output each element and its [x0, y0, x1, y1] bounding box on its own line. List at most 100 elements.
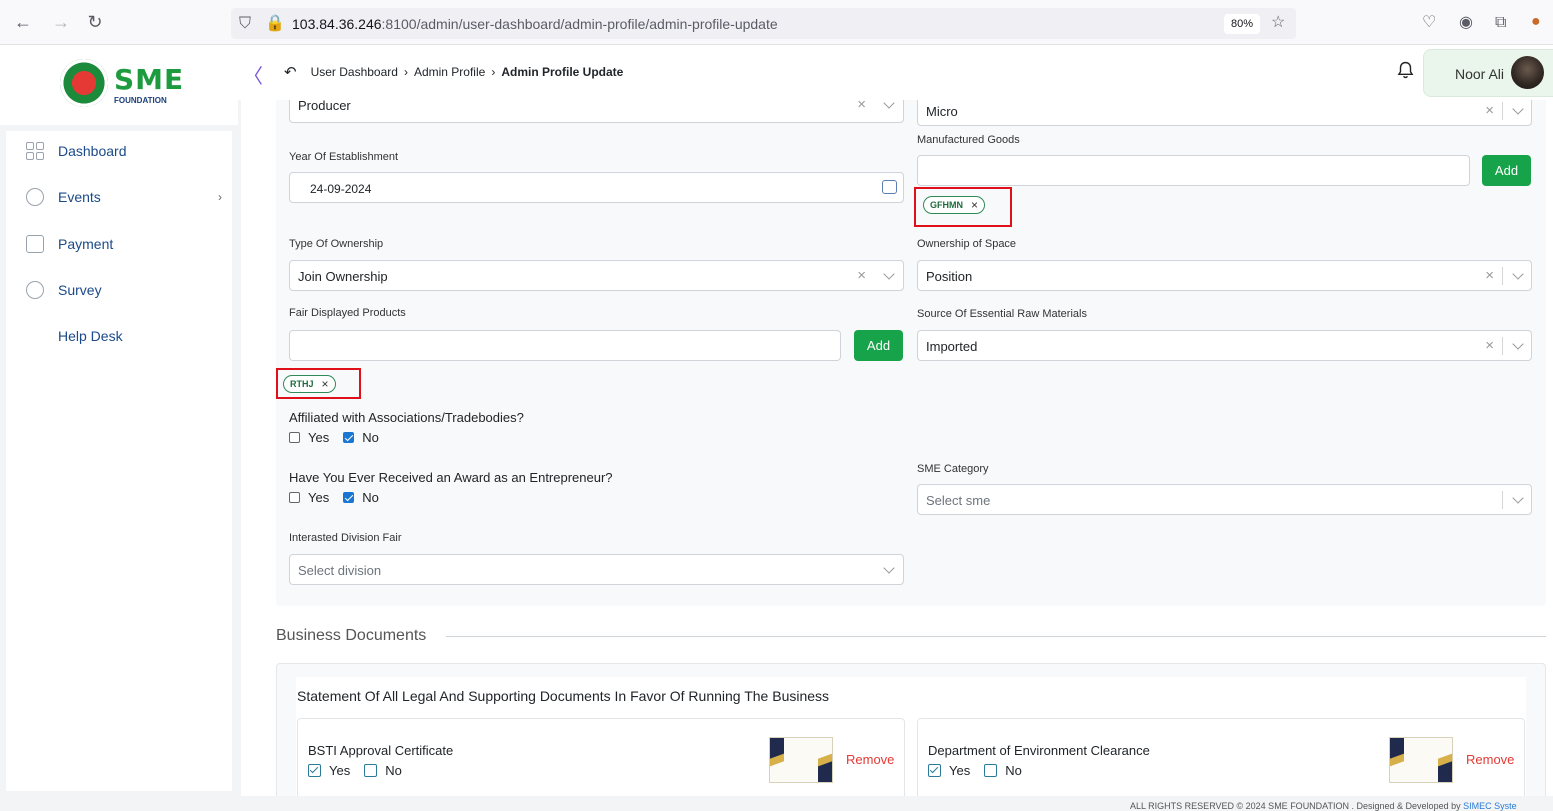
breadcrumb: ↶ User Dashboard › Admin Profile › Admin…	[284, 63, 629, 81]
bookmark-star-icon[interactable]: ☆	[1271, 13, 1285, 33]
bsti-yes-checkbox[interactable]	[308, 764, 321, 777]
fair-displayed-products-label: Fair Displayed Products	[289, 307, 406, 319]
remove-document-button[interactable]: Remove	[846, 752, 894, 767]
address-bar[interactable]: ⛉ 🔒 103.84.36.246:8100/admin/user-dashbo…	[231, 8, 1296, 39]
collapse-sidebar-icon[interactable]: 〈	[243, 60, 263, 89]
environment-yes-checkbox[interactable]	[928, 764, 941, 777]
manufactured-goods-input[interactable]	[917, 155, 1470, 186]
chevron-down-icon[interactable]	[883, 562, 895, 574]
divider	[1502, 102, 1503, 120]
forward-icon[interactable]: →	[49, 10, 73, 34]
checkbox-label: No	[385, 763, 402, 778]
award-options: Yes No	[289, 490, 393, 505]
url-text[interactable]: 103.84.36.246:8100/admin/user-dashboard/…	[292, 16, 778, 32]
sidebar-item-label: Help Desk	[58, 328, 123, 344]
bell-icon[interactable]	[1397, 61, 1414, 79]
year-of-establishment-input[interactable]: 24-09-2024	[289, 172, 904, 203]
checkbox-label: No	[362, 430, 379, 445]
type-of-ownership-label: Type Of Ownership	[289, 238, 384, 250]
calendar-icon[interactable]	[882, 180, 897, 194]
sidebar-item-helpdesk[interactable]: Help Desk	[58, 324, 123, 348]
affiliated-question: Affiliated with Associations/Tradebodies…	[289, 410, 524, 425]
extension-avatar-icon[interactable]: ●	[1531, 12, 1541, 32]
remove-document-button[interactable]: Remove	[1466, 752, 1514, 767]
certificate-thumbnail[interactable]	[769, 736, 833, 784]
raw-materials-select[interactable]: Imported ×	[917, 330, 1532, 361]
bsti-no-checkbox[interactable]	[364, 764, 378, 777]
chevron-down-icon[interactable]	[883, 268, 895, 280]
divider	[446, 636, 1546, 637]
user-menu[interactable]: Noor Ali	[1423, 49, 1553, 97]
document-card-environment: Department of Environment Clearance Yes …	[917, 718, 1525, 796]
insecure-lock-icon[interactable]: 🔒	[265, 14, 285, 34]
profile-form-panel: Producer × Micro × Year Of Establishment…	[276, 100, 1546, 606]
environment-no-checkbox[interactable]	[984, 764, 998, 777]
add-fair-products-button[interactable]: Add	[854, 330, 903, 361]
certificate-thumbnail[interactable]	[1389, 736, 1453, 784]
chevron-down-icon[interactable]	[1512, 268, 1524, 280]
select-value: Imported	[926, 339, 978, 354]
clear-icon[interactable]: ×	[1485, 102, 1494, 119]
business-documents-title: Business Documents	[276, 627, 427, 644]
checkbox-label: Yes	[329, 763, 351, 778]
division-fair-label: Interasted Division Fair	[289, 532, 402, 544]
sidebar-item-label: Survey	[58, 282, 102, 298]
select-value: Micro	[926, 104, 958, 119]
documents-panel: Statement Of All Legal And Supporting Do…	[276, 663, 1546, 796]
breadcrumb-item[interactable]: Admin Profile	[414, 65, 485, 79]
tag-label: GFHMN	[930, 200, 963, 210]
survey-icon	[26, 281, 44, 299]
award-yes-checkbox[interactable]	[289, 492, 300, 503]
chevron-down-icon[interactable]	[1512, 103, 1524, 115]
chevron-right-icon: ›	[218, 190, 222, 204]
clear-icon[interactable]: ×	[857, 100, 866, 113]
reload-icon[interactable]: ↻	[83, 10, 107, 34]
chevron-down-icon[interactable]	[1512, 338, 1524, 350]
divider	[1502, 267, 1503, 285]
division-fair-select[interactable]: Select division	[289, 554, 904, 585]
sidebar-item-payment[interactable]: Payment	[26, 232, 113, 256]
divider	[1502, 337, 1503, 355]
tag-label: RTHJ	[290, 379, 314, 389]
remove-tag-icon[interactable]: ×	[322, 377, 329, 391]
sidebar-item-survey[interactable]: Survey	[26, 278, 102, 302]
sidebar: Dashboard Events › Payment Survey Help D…	[6, 131, 232, 791]
manufactured-goods-tag: GFHMN ×	[923, 196, 986, 214]
main-content: Producer × Micro × Year Of Establishment…	[241, 100, 1553, 796]
breadcrumb-item[interactable]: User Dashboard	[311, 65, 398, 79]
affiliated-no-checkbox[interactable]	[343, 432, 355, 443]
back-arrow-icon[interactable]: ↶	[284, 63, 297, 81]
shield-icon[interactable]: ⛉	[239, 14, 251, 34]
award-question: Have You Ever Received an Award as an En…	[289, 470, 613, 485]
chevron-down-icon[interactable]	[883, 100, 895, 109]
fair-displayed-products-input[interactable]	[289, 330, 841, 361]
sme-category-select[interactable]: Select sme	[917, 484, 1532, 515]
documents-inner: Statement Of All Legal And Supporting Do…	[296, 677, 1526, 796]
zoom-level[interactable]: 80%	[1224, 14, 1260, 34]
footer-link[interactable]: SIMEC Syste	[1463, 801, 1517, 811]
account-icon[interactable]: ◉	[1459, 13, 1473, 33]
clear-icon[interactable]: ×	[1485, 337, 1494, 354]
type-of-ownership-select[interactable]: Join Ownership ×	[289, 260, 904, 291]
document-card-bsti: BSTI Approval Certificate Yes No Remove	[297, 718, 905, 796]
back-icon[interactable]: ←	[11, 10, 35, 34]
extensions-icon[interactable]: ⧉	[1495, 13, 1506, 33]
enterprise-type-select[interactable]: Producer ×	[289, 100, 904, 123]
clear-icon[interactable]: ×	[857, 267, 866, 284]
ownership-of-space-select[interactable]: Position ×	[917, 260, 1532, 291]
enterprise-size-select[interactable]: Micro ×	[917, 100, 1532, 126]
select-value: Position	[926, 269, 973, 284]
documents-statement: Statement Of All Legal And Supporting Do…	[297, 688, 830, 704]
payment-icon	[26, 235, 44, 253]
sme-logo-sub: FOUNDATION	[114, 96, 167, 105]
add-manufactured-goods-button[interactable]: Add	[1482, 155, 1531, 186]
affiliated-yes-checkbox[interactable]	[289, 432, 300, 443]
sidebar-item-events[interactable]: Events ›	[26, 185, 222, 209]
clear-icon[interactable]: ×	[1485, 267, 1494, 284]
chevron-down-icon[interactable]	[1512, 492, 1524, 504]
user-name: Noor Ali	[1455, 66, 1505, 82]
pocket-icon[interactable]: ♡	[1422, 13, 1436, 33]
award-no-checkbox[interactable]	[343, 492, 355, 503]
remove-tag-icon[interactable]: ×	[971, 198, 978, 212]
sidebar-item-dashboard[interactable]: Dashboard	[26, 139, 127, 163]
